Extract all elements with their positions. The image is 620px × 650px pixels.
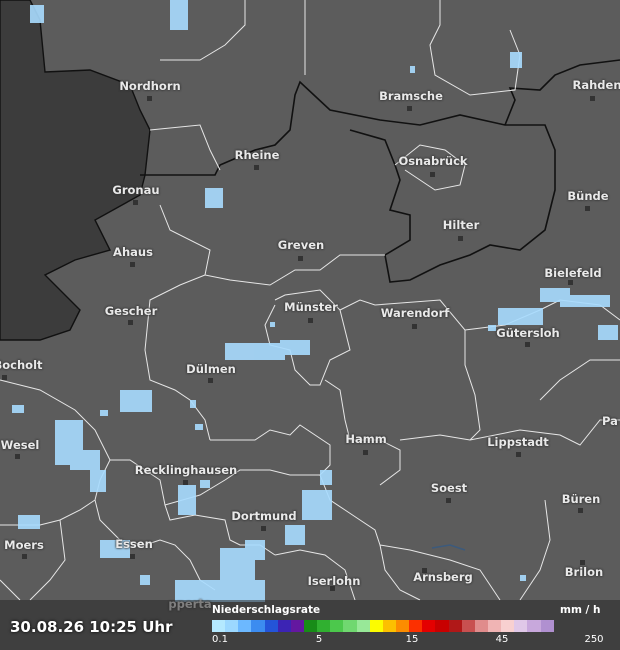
legend-color-scale	[212, 620, 554, 632]
timestamp: 30.08.26 10:25 Uhr	[10, 618, 173, 636]
city-dot-duelmen	[208, 378, 213, 383]
legend-swatch-11	[356, 620, 370, 632]
legend-unit: mm / h	[560, 604, 601, 616]
city-dot-bocholt	[2, 375, 7, 380]
city-label-bueren: Büren	[561, 492, 601, 506]
city-label-gronau: Gronau	[112, 183, 160, 197]
city-dot-hamm	[363, 450, 368, 455]
state-border	[140, 80, 556, 283]
city-label-iserlohn: Iserlohn	[307, 574, 361, 588]
city-label-bielefeld: Bielefeld	[544, 266, 602, 280]
city-label-gescher: Gescher	[104, 304, 158, 318]
city-label-hilter: Hilter	[442, 218, 480, 232]
legend-swatch-22	[501, 620, 515, 632]
city-label-dortmund: Dortmund	[231, 509, 297, 523]
legend-swatch-0	[212, 620, 226, 632]
legend-swatch-5	[277, 620, 291, 632]
city-label-warendorf: Warendorf	[380, 306, 450, 320]
legend-swatch-15	[409, 620, 423, 632]
city-label-rahden: Rahden	[572, 78, 620, 92]
legend-swatch-18	[448, 620, 462, 632]
city-dot-gescher	[128, 320, 133, 325]
city-dot-warendorf	[412, 324, 417, 329]
city-dot-bielefeld	[568, 280, 573, 285]
city-label-arnsberg: Arnsberg	[413, 570, 473, 584]
city-label-muenster: Münster	[284, 300, 338, 314]
legend-swatch-13	[382, 620, 396, 632]
netherlands-area	[0, 0, 151, 341]
city-label-hamm: Hamm	[345, 432, 387, 446]
legend-swatch-19	[461, 620, 475, 632]
legend-swatch-2	[238, 620, 252, 632]
radar-map[interactable]	[0, 0, 620, 650]
city-dot-bramsche	[407, 106, 412, 111]
city-dot-bueren	[578, 508, 583, 513]
legend-swatch-7	[303, 620, 318, 632]
legend-swatch-6	[290, 620, 304, 632]
city-dot-wesel	[15, 454, 20, 459]
city-dot-hilter	[458, 236, 463, 241]
legend-tick-2: 15	[405, 634, 419, 645]
city-label-rheine: Rheine	[234, 148, 280, 162]
city-dot-gronau	[133, 200, 138, 205]
city-label-nordhorn: Nordhorn	[119, 79, 181, 93]
legend-tick-3: 45	[495, 634, 509, 645]
city-label-osnabrueck: Osnabrück	[398, 154, 468, 168]
legend-tick-1: 5	[315, 634, 323, 645]
legend-swatch-12	[369, 620, 383, 632]
legend-title: Niederschlagsrate	[212, 604, 321, 616]
city-label-recklinghausen: Recklinghausen	[134, 463, 238, 477]
legend-swatch-8	[317, 620, 331, 632]
city-dot-lippstadt	[516, 452, 521, 457]
city-dot-rheine	[254, 165, 259, 170]
city-dot-buende	[585, 206, 590, 211]
city-dot-rahden	[590, 96, 595, 101]
city-label-bramsche: Bramsche	[379, 89, 443, 103]
city-label-buende: Bünde	[567, 189, 609, 203]
city-label-essen: Essen	[115, 537, 153, 551]
legend-swatch-16	[422, 620, 436, 632]
city-label-soest: Soest	[430, 481, 468, 495]
legend-swatch-10	[343, 620, 357, 632]
legend-swatch-3	[251, 620, 265, 632]
city-dot-nordhorn	[147, 96, 152, 101]
city-label-guetersloh: Gütersloh	[496, 326, 560, 340]
city-dot-essen	[130, 554, 135, 559]
city-label-ahaus: Ahaus	[113, 245, 153, 259]
city-dot-osnabrueck	[430, 172, 435, 177]
city-label-paderborn: Pa	[602, 414, 618, 428]
legend-swatch-17	[435, 620, 449, 632]
city-dot-soest	[446, 498, 451, 503]
city-label-brilon: Brilon	[564, 565, 604, 579]
city-dot-dortmund	[261, 526, 266, 531]
state-border-east	[504, 59, 620, 126]
legend-tick-4: 250	[584, 634, 604, 645]
city-label-moers: Moers	[4, 538, 44, 552]
legend-swatch-24	[527, 620, 541, 632]
legend-swatch-1	[225, 620, 239, 632]
city-label-duelmen: Dülmen	[186, 362, 236, 376]
legend-swatch-20	[474, 620, 488, 632]
city-dot-guetersloh	[525, 342, 530, 347]
legend-swatch-14	[395, 620, 410, 632]
legend-swatch-25	[540, 620, 554, 632]
city-label-lippstadt: Lippstadt	[487, 435, 549, 449]
city-dot-greven	[298, 256, 303, 261]
city-dot-moers	[22, 554, 27, 559]
city-dot-ahaus	[130, 262, 135, 267]
city-label-wesel: Wesel	[0, 438, 40, 452]
city-label-greven: Greven	[277, 238, 325, 252]
lake	[431, 544, 466, 551]
legend-swatch-23	[514, 620, 528, 632]
legend-tick-0: 0.1	[212, 634, 228, 645]
map-viewport[interactable]: Nordhorn Bramsche Rahden Rheine Osnabrüc…	[0, 0, 620, 650]
legend-swatch-9	[330, 620, 344, 632]
city-dot-recklinghausen	[183, 480, 188, 485]
legend-swatch-4	[264, 620, 278, 632]
city-dot-muenster	[308, 318, 313, 323]
legend-swatch-21	[487, 620, 502, 632]
city-label-bocholt: Bocholt	[0, 358, 43, 372]
